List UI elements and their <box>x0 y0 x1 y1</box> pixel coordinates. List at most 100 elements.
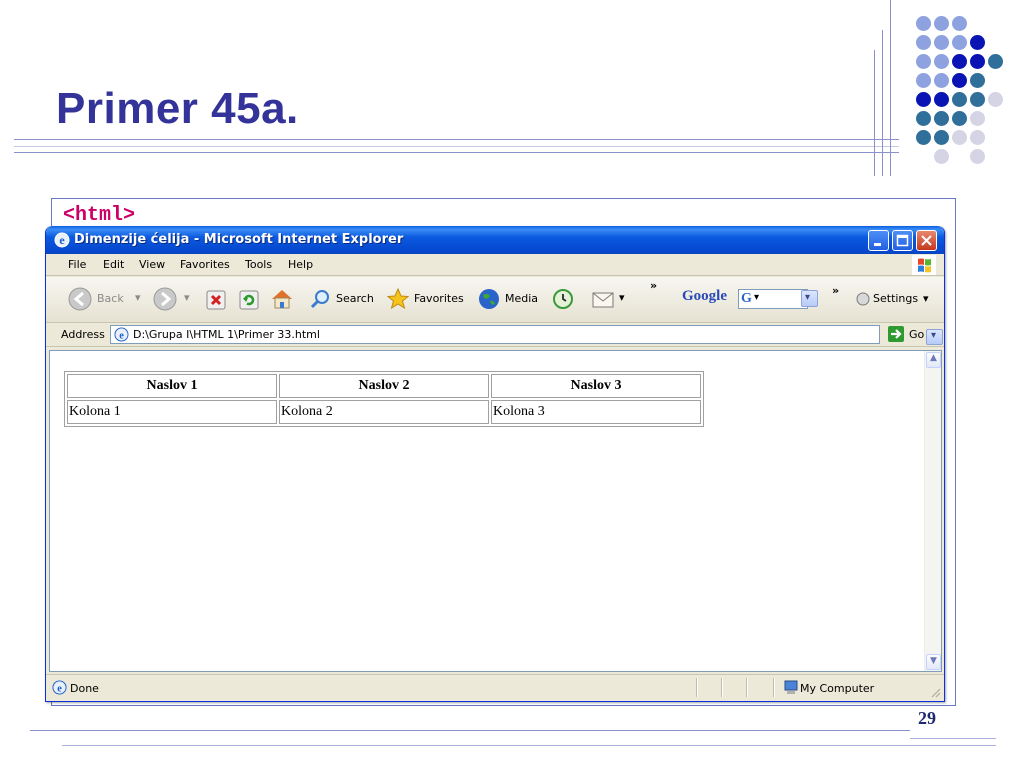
search-label: Search <box>336 292 374 305</box>
menu-help[interactable]: Help <box>288 258 313 271</box>
security-zone: My Computer <box>800 682 875 695</box>
home-icon[interactable] <box>270 288 294 310</box>
favorites-label: Favorites <box>414 292 464 305</box>
table-row: Kolona 1 Kolona 2 Kolona 3 <box>67 400 701 424</box>
settings-button[interactable]: Settings ▾ <box>856 289 934 309</box>
close-button[interactable] <box>916 230 937 251</box>
page-done-icon: e <box>52 680 67 695</box>
settings-label: Settings <box>873 292 919 305</box>
windows-flag-icon <box>912 255 936 275</box>
chevron-up-icon: ▲ <box>930 353 937 363</box>
content-table: Naslov 1 Naslov 2 Naslov 3 Kolona 1 Kolo… <box>64 371 704 427</box>
menu-edit[interactable]: Edit <box>103 258 124 271</box>
ie-window: e Dimenzije ćelija - Microsoft Internet … <box>45 226 945 702</box>
mail-icon <box>592 292 614 308</box>
forward-arrow-icon <box>153 287 177 311</box>
slide-title: Primer 45a. <box>56 84 299 133</box>
footer-rule-1 <box>30 730 910 731</box>
favorites-star-icon <box>386 287 410 310</box>
google-g-dropdown-icon: ▾ <box>754 292 760 303</box>
page-viewport[interactable]: Naslov 1 Naslov 2 Naslov 3 Kolona 1 Kolo… <box>49 350 942 672</box>
computer-icon <box>784 680 798 694</box>
go-button[interactable] <box>888 326 904 342</box>
table-cell: Kolona 1 <box>67 400 277 424</box>
code-snippet: <html> <box>63 204 136 227</box>
status-divider <box>696 678 697 697</box>
google-g-icon: G <box>741 291 752 306</box>
menu-tools[interactable]: Tools <box>245 258 272 271</box>
forward-dropdown-icon[interactable]: ▾ <box>184 291 190 304</box>
search-button[interactable]: Search <box>309 286 381 312</box>
scroll-up-button[interactable]: ▲ <box>926 352 941 368</box>
back-arrow-icon <box>68 287 92 311</box>
settings-icon <box>856 292 870 306</box>
table-header-cell: Naslov 2 <box>279 374 489 398</box>
svg-text:e: e <box>119 330 124 341</box>
google-search-box[interactable]: G ▾ <box>738 289 808 309</box>
window-titlebar[interactable]: e Dimenzije ćelija - Microsoft Internet … <box>46 226 944 254</box>
table-cell: Kolona 3 <box>491 400 701 424</box>
toolbar-more[interactable]: » <box>650 279 657 292</box>
minimize-icon <box>874 243 881 246</box>
page-icon: e <box>114 327 129 342</box>
vertical-scrollbar[interactable]: ▲ ▼ <box>924 351 941 671</box>
scroll-down-button[interactable]: ▼ <box>926 654 941 670</box>
maximize-icon <box>896 234 909 247</box>
close-icon <box>921 235 932 246</box>
deco-vline-1 <box>874 50 875 176</box>
resize-grip-icon[interactable] <box>929 686 941 698</box>
status-divider <box>773 678 774 697</box>
media-label: Media <box>505 292 539 305</box>
table-header-cell: Naslov 1 <box>67 374 277 398</box>
title-rule-bottom <box>14 152 899 153</box>
status-divider <box>721 678 722 697</box>
table-cell: Kolona 2 <box>279 400 489 424</box>
go-arrow-icon <box>891 329 902 339</box>
svg-text:e: e <box>59 233 65 247</box>
forward-button[interactable]: ▾ <box>153 286 195 312</box>
ie-logo-icon: e <box>54 232 70 248</box>
footer-rule-2 <box>62 745 996 746</box>
menu-file[interactable]: File <box>68 258 86 271</box>
address-input[interactable]: e D:\Grupa I\HTML 1\Primer 33.html ▾ <box>110 325 943 345</box>
menu-bar: File Edit View Favorites Tools Help <box>46 254 944 276</box>
address-dropdown[interactable]: ▾ <box>926 329 943 345</box>
search-icon <box>310 290 329 309</box>
status-bar: e Done My Computer <box>46 674 944 700</box>
title-rule-top <box>14 139 899 140</box>
status-divider <box>746 678 747 697</box>
go-label[interactable]: Go <box>909 328 924 341</box>
table-header-row: Naslov 1 Naslov 2 Naslov 3 <box>67 374 701 398</box>
google-search-dropdown[interactable]: ▾ <box>801 290 818 307</box>
media-globe-icon <box>479 289 499 309</box>
standard-toolbar: Back ▾ ▾ Search Favorites Media ▾ » Goog… <box>46 277 944 323</box>
chevron-down-icon: ▾ <box>805 292 811 303</box>
table-header-cell: Naslov 3 <box>491 374 701 398</box>
deco-vline-2 <box>882 30 883 176</box>
back-dropdown-icon[interactable]: ▾ <box>135 291 141 304</box>
google-more[interactable]: » <box>832 284 839 297</box>
media-button[interactable]: Media <box>477 286 543 312</box>
deco-vline-3 <box>890 0 891 176</box>
menu-view[interactable]: View <box>139 258 165 271</box>
chevron-down-icon: ▼ <box>930 656 937 666</box>
address-value: D:\Grupa I\HTML 1\Primer 33.html <box>133 328 320 341</box>
back-label: Back <box>97 292 124 305</box>
status-text: Done <box>70 682 99 695</box>
stop-icon[interactable] <box>206 290 226 310</box>
refresh-icon[interactable] <box>239 290 259 310</box>
footer-rule-3 <box>910 738 996 739</box>
maximize-button[interactable] <box>892 230 913 251</box>
back-button[interactable]: Back ▾ <box>68 286 148 312</box>
minimize-button[interactable] <box>868 230 889 251</box>
history-icon[interactable] <box>551 287 575 311</box>
window-title: Dimenzije ćelija - Microsoft Internet Ex… <box>74 232 404 247</box>
title-rule-thin <box>14 146 899 147</box>
address-bar: Address e D:\Grupa I\HTML 1\Primer 33.ht… <box>46 323 944 347</box>
favorites-button[interactable]: Favorites <box>386 286 471 312</box>
mail-dropdown-icon[interactable]: ▾ <box>619 291 625 304</box>
mail-button[interactable]: ▾ <box>591 286 627 312</box>
menu-favorites[interactable]: Favorites <box>180 258 230 271</box>
svg-text:e: e <box>57 683 62 694</box>
settings-dropdown-icon: ▾ <box>923 292 929 305</box>
